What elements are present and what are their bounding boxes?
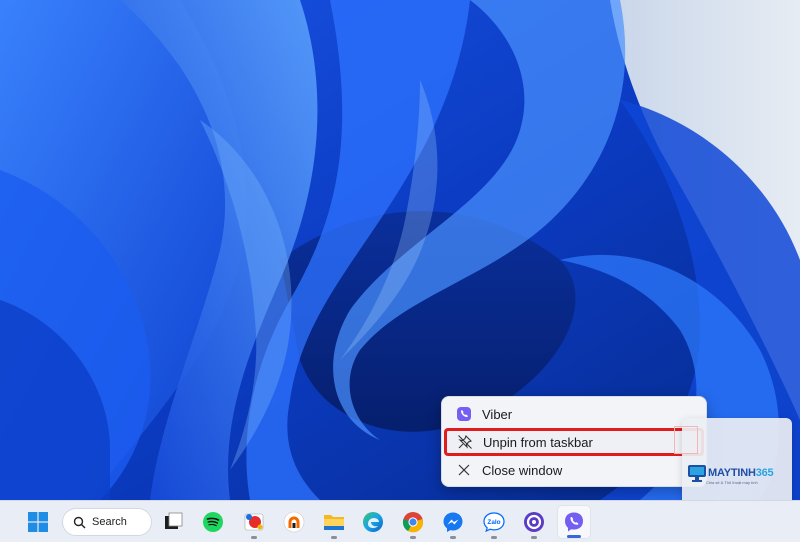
paint-button[interactable] <box>237 505 271 539</box>
zalo-icon: Zalo <box>483 512 505 533</box>
menu-item-label: Unpin from taskbar <box>483 434 593 450</box>
viber-button[interactable] <box>557 505 591 539</box>
watermark-tagline: Chia sẻ & Thủ thuật máy tính <box>706 480 758 485</box>
search-icon <box>73 516 86 528</box>
close-icon <box>446 463 482 477</box>
vpn-icon <box>283 511 305 533</box>
menu-item-label: Close window <box>482 462 563 478</box>
menu-item-viber[interactable]: Viber <box>446 400 702 428</box>
edge-button[interactable] <box>356 505 390 539</box>
viber-icon <box>446 406 482 422</box>
running-indicator <box>410 536 416 539</box>
vpn-button[interactable] <box>277 505 311 539</box>
running-indicator <box>450 536 456 539</box>
folder-icon <box>324 515 344 530</box>
watermark-brand: MAYTINH365 <box>708 467 774 479</box>
menu-item-label: Viber <box>482 406 513 422</box>
chrome-icon <box>402 512 424 533</box>
taskbar-search-box[interactable]: Search <box>62 508 152 536</box>
running-indicator <box>251 536 257 539</box>
webex-button[interactable] <box>517 505 551 539</box>
taskbar: Search Zalo <box>0 500 800 542</box>
chrome-button[interactable] <box>396 505 430 539</box>
messenger-button[interactable] <box>436 505 470 539</box>
taskbar-context-menu: Viber Unpin from taskbar Close window <box>441 396 707 487</box>
viber-icon <box>565 512 583 532</box>
menu-item-unpin-from-taskbar[interactable]: Unpin from taskbar <box>444 428 704 456</box>
running-indicator <box>531 536 537 539</box>
running-indicator <box>491 536 497 539</box>
svg-text:Zalo: Zalo <box>487 519 500 526</box>
watermark-frame <box>674 426 698 454</box>
task-view-button[interactable] <box>156 505 190 539</box>
start-button[interactable] <box>21 505 55 539</box>
messenger-icon <box>443 512 463 532</box>
search-label: Search <box>92 516 127 528</box>
spotify-icon <box>203 512 223 532</box>
active-indicator <box>567 535 581 538</box>
paint-icon <box>244 513 264 531</box>
webex-icon <box>524 512 544 532</box>
windows-start-icon <box>28 512 48 532</box>
file-explorer-button[interactable] <box>317 505 351 539</box>
spotify-button[interactable] <box>196 505 230 539</box>
edge-icon <box>363 512 383 532</box>
menu-item-close-window[interactable]: Close window <box>446 456 702 484</box>
unpin-icon <box>447 434 483 450</box>
task-view-icon <box>165 512 183 529</box>
running-indicator <box>331 536 337 539</box>
zalo-button[interactable]: Zalo <box>477 505 511 539</box>
monitor-logo-icon <box>688 465 706 482</box>
